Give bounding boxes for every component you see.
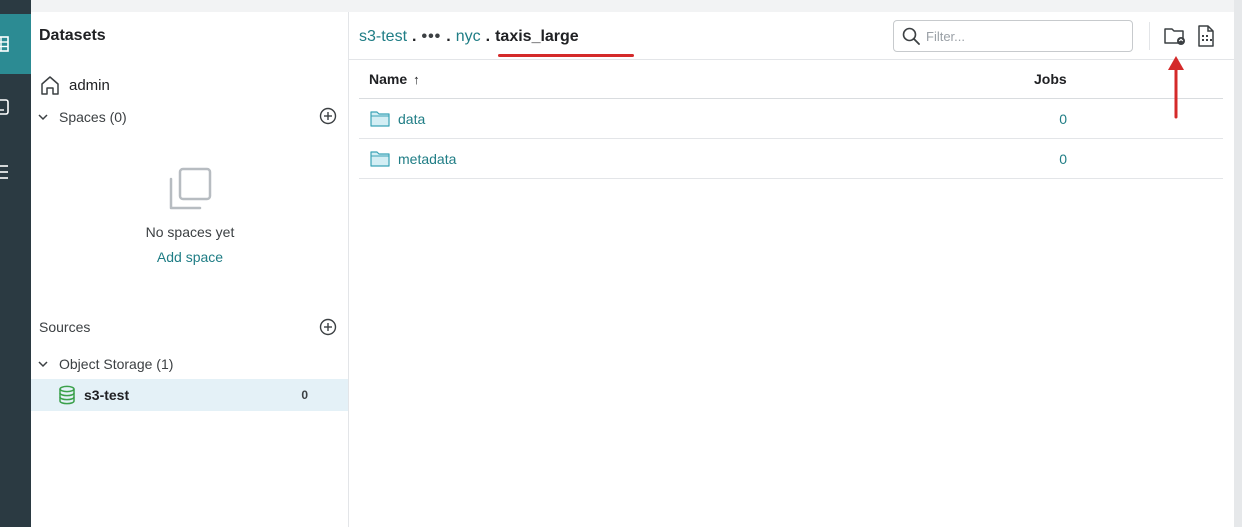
folder-icon bbox=[370, 111, 390, 127]
folder-icon bbox=[370, 151, 390, 167]
add-source-plus-icon[interactable] bbox=[319, 318, 337, 336]
home-space-item[interactable]: admin bbox=[39, 72, 110, 98]
breadcrumb-root[interactable]: s3-test bbox=[359, 28, 407, 46]
column-header-jobs[interactable]: Jobs bbox=[1034, 71, 1067, 87]
column-name-label: Name bbox=[369, 71, 408, 87]
breadcrumb-separator: . bbox=[412, 28, 417, 45]
left-nav-rail bbox=[0, 0, 31, 527]
folder-format-icon[interactable] bbox=[1163, 24, 1187, 48]
home-icon bbox=[41, 76, 59, 95]
sources-label: Sources bbox=[39, 319, 91, 335]
add-space-link[interactable]: Add space bbox=[31, 249, 349, 265]
add-space-plus-icon[interactable] bbox=[319, 107, 337, 125]
breadcrumb-ellipsis[interactable]: ••• bbox=[421, 28, 441, 46]
app-window: Datasets admin Spaces (0) No spaces yet bbox=[0, 0, 1242, 527]
table-row[interactable]: metadata 0 bbox=[359, 139, 1223, 179]
spaces-section-header[interactable]: Spaces (0) bbox=[35, 105, 341, 129]
source-item-label: s3-test bbox=[84, 387, 130, 403]
annotation-underline bbox=[498, 54, 634, 57]
spaces-empty-state: No spaces yet Add space bbox=[31, 167, 349, 265]
breadcrumb-current: taxis_large bbox=[495, 28, 579, 45]
database-icon bbox=[59, 385, 75, 405]
sql-editor-icon[interactable] bbox=[0, 96, 14, 120]
jobs-list-icon[interactable] bbox=[0, 160, 14, 184]
sidebar-title: Datasets bbox=[39, 27, 106, 44]
object-storage-label: Object Storage (1) bbox=[59, 356, 174, 372]
source-item-count: 0 bbox=[301, 388, 308, 402]
breadcrumb-parent[interactable]: nyc bbox=[456, 28, 481, 46]
breadcrumb: s3-test . ••• . nyc . taxis_large bbox=[359, 26, 579, 48]
no-spaces-text: No spaces yet bbox=[145, 224, 235, 240]
file-format-icon[interactable] bbox=[1195, 24, 1219, 48]
filter-input[interactable] bbox=[926, 28, 1116, 44]
source-item-s3-test[interactable]: s3-test 0 bbox=[31, 379, 348, 411]
row-name-link[interactable]: data bbox=[398, 111, 425, 127]
annotation-arrow bbox=[1168, 56, 1184, 119]
row-jobs-count[interactable]: 0 bbox=[1059, 111, 1067, 127]
datasets-grid-icon[interactable] bbox=[0, 33, 14, 57]
empty-spaces-icon bbox=[169, 167, 212, 210]
datasets-sidebar: Datasets admin Spaces (0) No spaces yet bbox=[31, 12, 349, 527]
breadcrumb-separator: . bbox=[446, 28, 451, 45]
top-strip bbox=[31, 0, 1242, 12]
table-row[interactable]: data 0 bbox=[359, 99, 1223, 139]
breadcrumb-separator: . bbox=[485, 28, 491, 45]
search-icon bbox=[902, 27, 920, 45]
scrollbar-track[interactable] bbox=[1234, 0, 1242, 527]
object-storage-group[interactable]: Object Storage (1) bbox=[35, 352, 341, 376]
home-space-label: admin bbox=[69, 76, 110, 94]
column-header-name[interactable]: Name ↑ bbox=[369, 71, 420, 87]
contents-table: Name ↑ Jobs data 0 metadata 0 bbox=[359, 60, 1223, 179]
sort-arrow-up-icon: ↑ bbox=[413, 71, 420, 87]
row-jobs-count[interactable]: 0 bbox=[1059, 151, 1067, 167]
chevron-down-icon bbox=[35, 109, 51, 125]
row-name-link[interactable]: metadata bbox=[398, 151, 456, 167]
spaces-label: Spaces (0) bbox=[59, 109, 127, 125]
filter-box[interactable] bbox=[893, 20, 1133, 52]
table-header: Name ↑ Jobs bbox=[359, 60, 1223, 99]
chevron-down-icon bbox=[35, 356, 51, 372]
header-divider bbox=[1149, 22, 1150, 50]
